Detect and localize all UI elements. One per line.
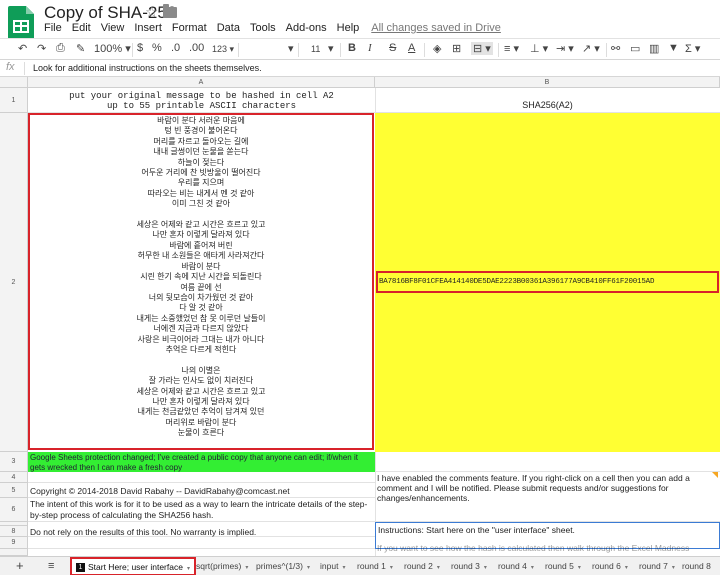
fx-icon: fx bbox=[6, 61, 15, 73]
cell-b1[interactable]: SHA256(A2) bbox=[375, 88, 720, 113]
sheet-tab-round-2[interactable]: round 2 ▾ bbox=[400, 558, 444, 575]
text-wrap-icon[interactable]: ⇥ ▾ bbox=[556, 42, 574, 55]
sheet-tab-round-5[interactable]: round 5 ▾ bbox=[541, 558, 585, 575]
insert-link-icon[interactable]: ⚯ bbox=[611, 42, 620, 55]
font-family-select[interactable] bbox=[244, 42, 292, 56]
save-status-link[interactable]: All changes saved in Drive bbox=[371, 22, 501, 34]
row-header-8[interactable]: 8 bbox=[0, 526, 28, 537]
sheet-tab-start-here[interactable]: 1 Start Here; user interface ▾ bbox=[70, 557, 196, 575]
cell-b2-hash-output[interactable]: BA7816BF8F01CFEA414140DE5DAE2223B00361A3… bbox=[376, 271, 719, 293]
menu-edit[interactable]: Edit bbox=[72, 22, 91, 34]
functions-icon[interactable]: Σ ▾ bbox=[685, 42, 700, 55]
cell-a3-notice[interactable]: Google Sheets protection changed; I've c… bbox=[28, 452, 375, 472]
column-header-a[interactable]: A bbox=[28, 77, 375, 88]
cell-a2-input-message[interactable]: 바람이 분다 서러운 마음에 텅 빈 풍경이 불어온다 머리를 자르고 돌아오는… bbox=[28, 113, 374, 450]
fill-color-icon[interactable]: ◈ bbox=[433, 42, 441, 55]
column-header-bar: A B bbox=[0, 77, 720, 88]
column-header-b[interactable]: B bbox=[375, 77, 720, 88]
row-header-5[interactable]: 5 bbox=[0, 483, 28, 498]
currency-format-button[interactable]: $ bbox=[137, 42, 143, 54]
strikethrough-button[interactable]: S bbox=[389, 42, 396, 54]
row-header-9[interactable]: 9 bbox=[0, 537, 28, 549]
font-size-dropdown-icon[interactable]: ▾ bbox=[328, 42, 334, 55]
folder-icon[interactable] bbox=[163, 4, 177, 18]
cell-a6-intent[interactable]: The intent of this work is for it to be … bbox=[30, 499, 370, 520]
cell-b4-comments-note[interactable]: I have enabled the comments feature. If … bbox=[375, 472, 720, 522]
row-header-6[interactable]: 6 bbox=[0, 498, 28, 522]
sheet-tab-bar: + ≡ 1 Start Here; user interface ▾ sqrt(pr… bbox=[0, 556, 720, 575]
paint-format-icon[interactable]: ✎ bbox=[76, 42, 85, 55]
print-icon[interactable]: ⎙ bbox=[56, 42, 65, 55]
row-header-4[interactable]: 4 bbox=[0, 472, 28, 483]
vertical-align-icon[interactable]: ⊥ ▾ bbox=[530, 42, 548, 55]
sheet-tab-input[interactable]: input ▾ bbox=[316, 558, 349, 575]
menu-insert[interactable]: Insert bbox=[134, 22, 162, 34]
sheet-tab-round-1[interactable]: round 1 ▾ bbox=[353, 558, 397, 575]
tab-dropdown-icon: ▾ bbox=[186, 566, 190, 572]
menu-tools[interactable]: Tools bbox=[250, 22, 276, 34]
row-header-2[interactable]: 2 bbox=[0, 113, 28, 452]
horizontal-align-icon[interactable]: ≡ ▾ bbox=[504, 42, 519, 55]
insert-comment-icon[interactable]: ▭ bbox=[630, 42, 640, 55]
undo-icon[interactable]: ↶ bbox=[18, 42, 27, 55]
select-all-corner[interactable] bbox=[0, 77, 28, 88]
text-color-button[interactable]: A bbox=[408, 42, 415, 54]
merge-cells-icon[interactable]: ⊟ ▾ bbox=[471, 42, 493, 55]
filter-icon[interactable]: ▼ bbox=[668, 42, 679, 54]
row-header-10[interactable] bbox=[0, 549, 28, 556]
sheet-tab-round-3[interactable]: round 3 ▾ bbox=[447, 558, 491, 575]
italic-button[interactable]: I bbox=[368, 42, 372, 54]
add-sheet-plus-icon[interactable]: + bbox=[12, 558, 28, 575]
formula-input[interactable]: Look for additional instructions on the … bbox=[33, 63, 262, 73]
sheet-tab-round-7[interactable]: round 7 ▾ bbox=[635, 558, 679, 575]
all-sheets-menu-icon[interactable]: ≡ bbox=[44, 558, 58, 575]
number-format-select[interactable]: 123 ▾ bbox=[212, 44, 234, 55]
cell-a5-copyright[interactable]: Copyright © 2014-2018 David Rabahy -- Da… bbox=[30, 486, 290, 496]
cell-b8-instructions-overflow: If you want to see how the hash is calcu… bbox=[377, 543, 690, 553]
menu-help[interactable]: Help bbox=[337, 22, 360, 34]
cell-a8-warranty[interactable]: Do not rely on the results of this tool.… bbox=[30, 527, 256, 537]
menu-format[interactable]: Format bbox=[172, 22, 207, 34]
sheets-logo-icon[interactable] bbox=[8, 6, 34, 40]
row-header-3[interactable]: 3 bbox=[0, 452, 28, 472]
menu-bar: File Edit View Insert Format Data Tools … bbox=[44, 22, 511, 34]
font-size-select[interactable]: 11 bbox=[311, 44, 320, 54]
insert-chart-icon[interactable]: ▥ bbox=[649, 42, 659, 55]
menu-file[interactable]: File bbox=[44, 22, 62, 34]
sheet-tab-round-8[interactable]: round 8 bbox=[678, 558, 715, 575]
text-rotation-icon[interactable]: ↗ ▾ bbox=[582, 42, 600, 55]
comment-indicator-icon[interactable] bbox=[712, 472, 718, 478]
toolbar: ↶ ↷ ⎙ ✎ 100% ▾ $ % .0 .00 123 ▾ ▾ 11 ▾ B… bbox=[0, 38, 720, 60]
sheet-tab-round-4[interactable]: round 4 ▾ bbox=[494, 558, 538, 575]
menu-data[interactable]: Data bbox=[217, 22, 240, 34]
sheet-tab-round-6[interactable]: round 6 ▾ bbox=[588, 558, 632, 575]
menu-addons[interactable]: Add-ons bbox=[286, 22, 327, 34]
formula-bar: fx Look for additional instructions on t… bbox=[0, 60, 720, 77]
zoom-select[interactable]: 100% ▾ bbox=[94, 42, 131, 55]
cell-a1[interactable]: put your original message to be hashed i… bbox=[28, 88, 375, 113]
increase-decimal-button[interactable]: .00 bbox=[189, 42, 204, 54]
sheet-tab-cbrt-primes[interactable]: primes^(1/3) ▾ bbox=[252, 558, 314, 575]
decrease-decimal-button[interactable]: .0 bbox=[171, 42, 180, 54]
percent-format-button[interactable]: % bbox=[152, 42, 162, 54]
borders-icon[interactable]: ⊞ bbox=[452, 42, 461, 55]
menu-view[interactable]: View bbox=[101, 22, 125, 34]
protected-badge: 1 bbox=[76, 563, 85, 572]
row-header-1[interactable]: 1 bbox=[0, 88, 28, 113]
redo-icon[interactable]: ↷ bbox=[37, 42, 46, 55]
star-icon[interactable]: ☆ bbox=[145, 3, 158, 21]
font-family-dropdown-icon[interactable]: ▾ bbox=[288, 42, 294, 55]
bold-button[interactable]: B bbox=[348, 42, 356, 54]
spreadsheet-app: Copy of SHA-256 ☆ File Edit View Insert … bbox=[0, 0, 720, 575]
sheet-tab-sqrt-primes[interactable]: sqrt(primes) ▾ bbox=[192, 558, 252, 575]
